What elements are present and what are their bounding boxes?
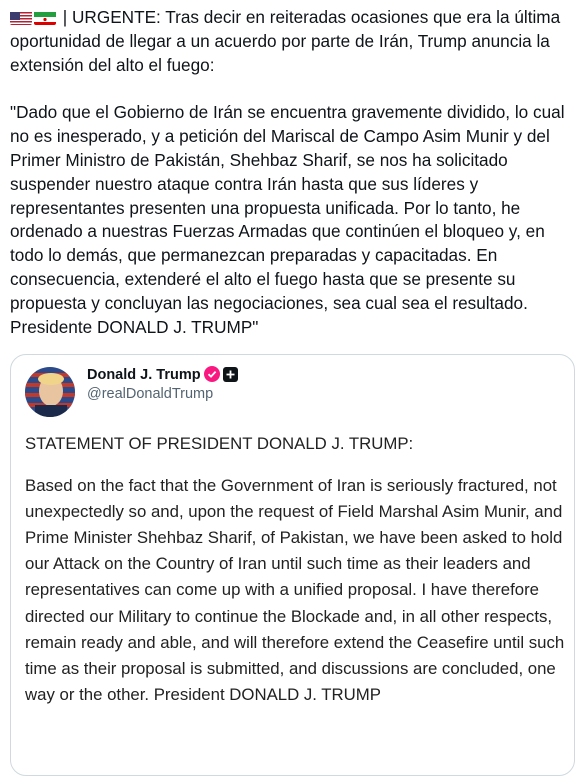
quoted-post-card[interactable]: Donald J. Trump @realDonaldTrump STATEME… xyxy=(10,354,575,776)
author-handle[interactable]: @realDonaldTrump xyxy=(87,386,213,402)
iran-flag-icon xyxy=(34,10,56,25)
tweet-prefix: | URGENTE: Tras decir en reiteradas ocas… xyxy=(10,7,561,75)
government-badge-icon xyxy=(222,367,238,386)
statement-body: Based on the fact that the Government of… xyxy=(25,476,565,704)
author-name[interactable]: Donald J. Trump xyxy=(87,366,238,386)
tweet-headline: | URGENTE: Tras decir en reiteradas ocas… xyxy=(10,6,580,77)
statement-text: STATEMENT OF PRESIDENT DONALD J. TRUMP: … xyxy=(25,431,565,708)
tweet-text: | URGENTE: Tras decir en reiteradas ocas… xyxy=(10,6,580,339)
avatar[interactable] xyxy=(25,367,75,417)
statement-title: STATEMENT OF PRESIDENT DONALD J. TRUMP: xyxy=(25,434,414,453)
verified-icon xyxy=(203,366,220,386)
tweet-quote: "Dado que el Gobierno de Irán se encuent… xyxy=(10,102,565,337)
us-flag-icon xyxy=(10,10,32,25)
